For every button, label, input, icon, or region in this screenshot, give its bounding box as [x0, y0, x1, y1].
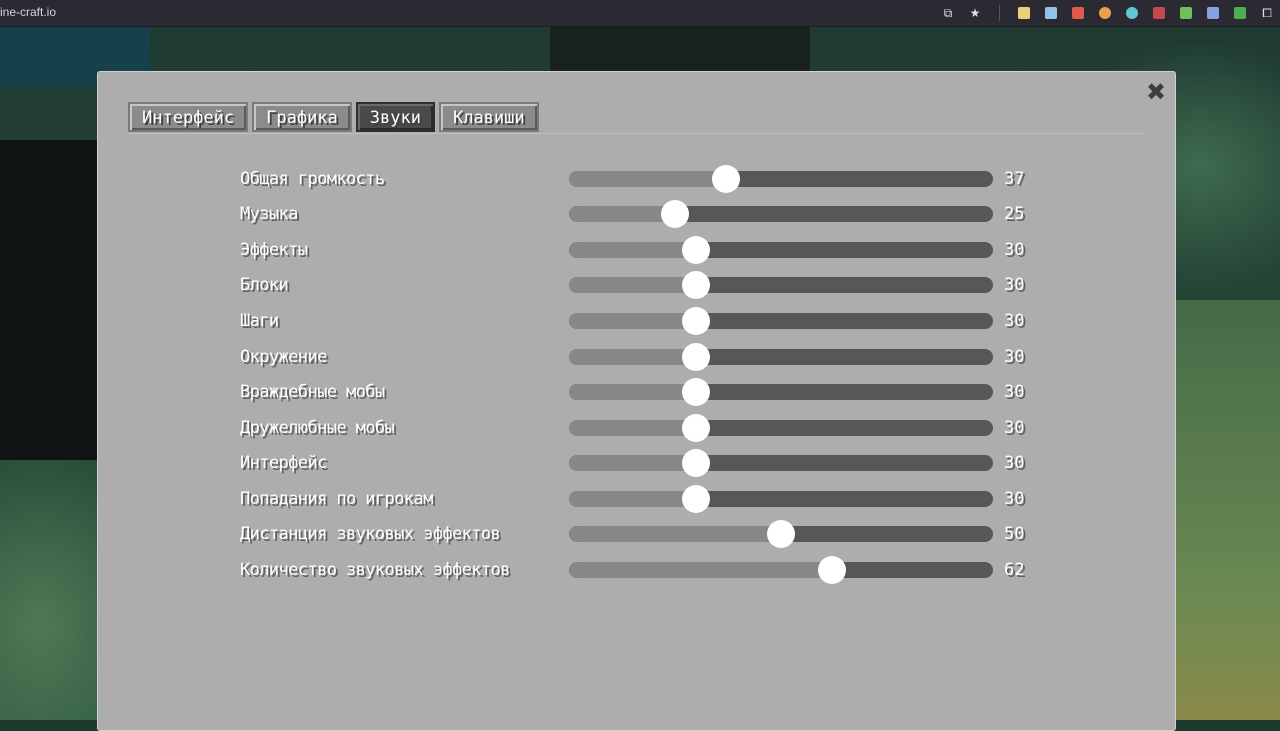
- slider-value-master-volume: 37: [1004, 169, 1025, 189]
- slider-value-interface: 30: [1004, 453, 1025, 473]
- slider-value-ambient: 30: [1004, 347, 1025, 367]
- slider-music[interactable]: [569, 200, 993, 228]
- slider-label-sound-effects-count: Количество звуковых эффектов: [240, 560, 510, 580]
- slider-row-interface: Интерфейс 30: [240, 449, 1040, 477]
- slider-effects[interactable]: [569, 236, 993, 264]
- extension-3-icon[interactable]: [1069, 4, 1087, 22]
- slider-knob[interactable]: [682, 449, 710, 477]
- slider-fill: [569, 349, 696, 365]
- slider-knob[interactable]: [682, 271, 710, 299]
- slider-row-friendly-mobs: Дружелюбные мобы 30: [240, 414, 1040, 442]
- background-shape: [1176, 300, 1280, 720]
- slider-label-master-volume: Общая громкость: [240, 169, 385, 189]
- slider-value-blocks: 30: [1004, 275, 1025, 295]
- slider-label-interface: Интерфейс: [240, 453, 327, 473]
- slider-knob[interactable]: [682, 343, 710, 371]
- background-shape: [0, 140, 98, 460]
- slider-player-hits[interactable]: [569, 485, 993, 513]
- slider-value-sound-effects-count: 62: [1004, 560, 1025, 580]
- slider-friendly-mobs[interactable]: [569, 414, 993, 442]
- slider-fill: [569, 313, 696, 329]
- slider-row-player-hits: Попадания по игрокам 30: [240, 485, 1040, 513]
- slider-row-footsteps: Шаги 30: [240, 307, 1040, 335]
- extension-2-icon[interactable]: [1042, 4, 1060, 22]
- slider-label-hostile-mobs: Враждебные мобы: [240, 382, 385, 402]
- slider-label-friendly-mobs: Дружелюбные мобы: [240, 418, 395, 438]
- extension-4-icon[interactable]: [1096, 4, 1114, 22]
- slider-value-sound-effects-distance: 50: [1004, 524, 1025, 544]
- browser-toolbar: ine-craft.io ⧉ ★ ⧠: [0, 0, 1280, 27]
- slider-sound-effects-distance[interactable]: [569, 520, 993, 548]
- slider-label-music: Музыка: [240, 204, 298, 224]
- slider-fill: [569, 491, 696, 507]
- extension-9-icon[interactable]: [1231, 4, 1249, 22]
- toolbar-separator: [999, 5, 1000, 21]
- extension-5-icon[interactable]: [1123, 4, 1141, 22]
- slider-value-effects: 30: [1004, 240, 1025, 260]
- slider-fill: [569, 242, 696, 258]
- slider-row-ambient: Окружение 30: [240, 343, 1040, 371]
- slider-value-player-hits: 30: [1004, 489, 1025, 509]
- slider-row-sound-effects-count: Количество звуковых эффектов 62: [240, 556, 1040, 584]
- slider-label-effects: Эффекты: [240, 240, 308, 260]
- slider-knob[interactable]: [661, 200, 689, 228]
- slider-knob[interactable]: [682, 378, 710, 406]
- slider-knob[interactable]: [682, 485, 710, 513]
- extensions-puzzle-icon[interactable]: ⧠: [1258, 4, 1276, 22]
- slider-sound-effects-count[interactable]: [569, 556, 993, 584]
- slider-row-master-volume: Общая громкость 37: [240, 165, 1040, 193]
- slider-label-player-hits: Попадания по игрокам: [240, 489, 433, 509]
- install-app-icon[interactable]: ⧉: [939, 4, 957, 22]
- slider-knob[interactable]: [682, 307, 710, 335]
- slider-footsteps[interactable]: [569, 307, 993, 335]
- slider-value-music: 25: [1004, 204, 1025, 224]
- slider-label-sound-effects-distance: Дистанция звуковых эффектов: [240, 524, 501, 544]
- extension-7-icon[interactable]: [1177, 4, 1195, 22]
- tabs-divider: [128, 133, 1144, 134]
- browser-toolbar-icons: ⧉ ★ ⧠: [939, 4, 1276, 22]
- slider-fill: [569, 206, 675, 222]
- slider-row-hostile-mobs: Враждебные мобы 30: [240, 378, 1040, 406]
- slider-knob[interactable]: [818, 556, 846, 584]
- slider-fill: [569, 455, 696, 471]
- close-icon[interactable]: ✖: [1145, 80, 1167, 104]
- slider-row-sound-effects-distance: Дистанция звуковых эффектов 50: [240, 520, 1040, 548]
- slider-value-friendly-mobs: 30: [1004, 418, 1025, 438]
- slider-value-footsteps: 30: [1004, 311, 1025, 331]
- slider-row-blocks: Блоки 30: [240, 271, 1040, 299]
- slider-fill: [569, 526, 781, 542]
- slider-label-blocks: Блоки: [240, 275, 289, 295]
- tab-sounds[interactable]: Звуки: [355, 102, 435, 132]
- slider-fill: [569, 420, 696, 436]
- slider-fill: [569, 277, 696, 293]
- slider-knob[interactable]: [712, 165, 740, 193]
- slider-master-volume[interactable]: [569, 165, 993, 193]
- slider-interface[interactable]: [569, 449, 993, 477]
- background-shape: [550, 27, 810, 72]
- slider-hostile-mobs[interactable]: [569, 378, 993, 406]
- address-bar-url[interactable]: ine-craft.io: [0, 5, 56, 19]
- settings-tabs: Интерфейс Графика Звуки Клавиши: [128, 102, 539, 134]
- slider-row-effects: Эффекты 30: [240, 236, 1040, 264]
- slider-knob[interactable]: [767, 520, 795, 548]
- slider-ambient[interactable]: [569, 343, 993, 371]
- slider-label-ambient: Окружение: [240, 347, 327, 367]
- slider-fill: [569, 562, 832, 578]
- slider-blocks[interactable]: [569, 271, 993, 299]
- slider-knob[interactable]: [682, 236, 710, 264]
- tab-controls[interactable]: Клавиши: [438, 102, 539, 132]
- tab-graphics[interactable]: Графика: [252, 102, 352, 132]
- slider-fill: [569, 384, 696, 400]
- tab-interface[interactable]: Интерфейс: [128, 102, 249, 132]
- slider-knob[interactable]: [682, 414, 710, 442]
- slider-fill: [569, 171, 726, 187]
- bookmark-star-icon[interactable]: ★: [966, 4, 984, 22]
- slider-label-footsteps: Шаги: [240, 311, 279, 331]
- extension-6-icon[interactable]: [1150, 4, 1168, 22]
- extension-8-icon[interactable]: [1204, 4, 1222, 22]
- extension-1-icon[interactable]: [1015, 4, 1033, 22]
- slider-row-music: Музыка 25: [240, 200, 1040, 228]
- slider-value-hostile-mobs: 30: [1004, 382, 1025, 402]
